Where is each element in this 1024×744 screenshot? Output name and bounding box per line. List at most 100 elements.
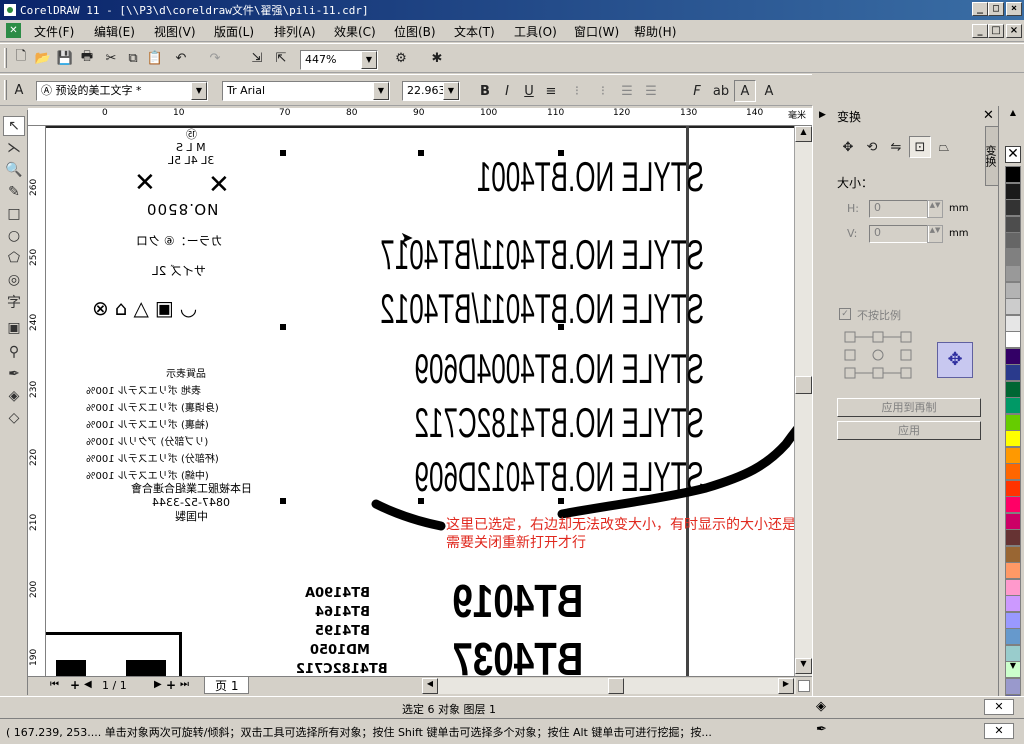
scroll-left-icon[interactable]: ◀: [422, 678, 438, 694]
docker-arrow-icon[interactable]: ▶: [819, 110, 826, 120]
toolbar-grip[interactable]: [4, 80, 7, 100]
color-swatch[interactable]: [1005, 331, 1021, 348]
color-swatch[interactable]: [1005, 232, 1021, 249]
eyedropper-tool-icon[interactable]: ⚲: [3, 342, 25, 362]
fill-swatch-icon[interactable]: ✕: [984, 699, 1014, 715]
document-icon[interactable]: ✕: [6, 23, 21, 38]
redo-icon[interactable]: ↷: [204, 47, 226, 69]
copy-icon[interactable]: ⧉: [122, 47, 144, 69]
open-icon[interactable]: 📂: [32, 47, 54, 69]
horizontal-ruler[interactable]: 0 10 70 80 90 100 110 120 130 140 毫米: [28, 108, 812, 126]
v-spinner-icon[interactable]: ▲▼: [927, 225, 943, 243]
title-bar[interactable]: CorelDRAW 11 - [\\P3\d\coreldraw文件\翟强\pi…: [0, 0, 1024, 20]
new-icon[interactable]: 🗋: [10, 47, 32, 69]
edit-text-icon[interactable]: ab: [710, 80, 732, 102]
export-icon[interactable]: ⇱: [270, 47, 292, 69]
bold-icon[interactable]: B: [474, 80, 496, 102]
outline-indicator-icon[interactable]: ✒: [816, 722, 827, 737]
spiral-tool-icon[interactable]: ◎: [3, 270, 25, 290]
menu-tools[interactable]: 工具(O): [514, 23, 557, 40]
bullet-icon[interactable]: ⁝: [566, 80, 588, 102]
cut-icon[interactable]: ✂: [100, 47, 122, 69]
color-swatch[interactable]: [1005, 463, 1021, 480]
fill-tool-icon[interactable]: ◈: [3, 386, 25, 406]
palette-down-icon[interactable]: ▼: [1005, 661, 1021, 675]
rotate-icon[interactable]: ⟲: [861, 136, 883, 158]
next-page-icon[interactable]: ▶: [154, 679, 162, 690]
color-swatch[interactable]: [1005, 644, 1021, 662]
ellipse-tool-icon[interactable]: ○: [3, 226, 25, 246]
toolbar-grip[interactable]: [4, 48, 7, 68]
list-icon[interactable]: ☰: [616, 80, 638, 102]
underline-icon[interactable]: U: [518, 80, 540, 102]
shape-tool-icon[interactable]: ⋋: [3, 138, 25, 158]
undo-icon[interactable]: ↶: [170, 47, 192, 69]
menu-view[interactable]: 视图(V): [154, 23, 196, 40]
anchor-grid[interactable]: [843, 328, 913, 384]
freehand-tool-icon[interactable]: ✎: [3, 182, 25, 202]
h-size-input[interactable]: 0: [869, 200, 929, 218]
menu-help[interactable]: 帮助(H): [634, 23, 676, 40]
pick-tool-icon[interactable]: ↖: [3, 116, 25, 136]
zoom-level-combo[interactable]: 447% ▼: [300, 50, 378, 70]
doc-close-button[interactable]: ×: [1006, 24, 1022, 38]
color-swatch[interactable]: [1005, 215, 1021, 233]
v-size-input[interactable]: 0: [869, 225, 929, 243]
scroll-right-icon[interactable]: ▶: [778, 678, 794, 694]
skew-icon[interactable]: ⏢: [933, 136, 955, 158]
docker-side-tab[interactable]: 变换: [984, 126, 999, 186]
menu-bitmaps[interactable]: 位图(B): [394, 23, 436, 40]
color-swatch[interactable]: [1005, 446, 1021, 464]
italic-icon[interactable]: I: [496, 80, 518, 102]
color-swatch[interactable]: [1005, 364, 1021, 381]
apply-to-duplicate-button[interactable]: 应用到再制: [837, 398, 981, 417]
text-tool-icon[interactable]: 字: [3, 292, 25, 312]
scale-mirror-icon[interactable]: ⇋: [885, 136, 907, 158]
proportional-checkbox[interactable]: ✓: [839, 308, 851, 320]
color-swatch[interactable]: [1005, 397, 1021, 414]
minimize-button[interactable]: _: [972, 2, 988, 16]
color-swatch[interactable]: [1005, 265, 1021, 282]
menu-effects[interactable]: 效果(C): [334, 23, 376, 40]
no-fill-swatch[interactable]: ✕: [1005, 146, 1021, 163]
color-swatch[interactable]: [1005, 496, 1021, 513]
menu-file[interactable]: 文件(F): [34, 23, 74, 40]
color-swatch[interactable]: [1005, 529, 1021, 546]
scroll-down-icon[interactable]: ▼: [795, 658, 812, 674]
color-swatch[interactable]: [1005, 182, 1021, 200]
color-swatch[interactable]: [1005, 298, 1021, 315]
color-swatch[interactable]: [1005, 628, 1021, 645]
import-icon[interactable]: ⇲: [246, 47, 268, 69]
horizontal-text-icon[interactable]: A: [734, 80, 756, 102]
color-swatch[interactable]: [1005, 248, 1021, 266]
add-page-end-icon[interactable]: +: [166, 678, 176, 692]
color-swatch[interactable]: [1005, 595, 1021, 612]
dropcap-icon[interactable]: ⁝: [592, 80, 614, 102]
palette-up-icon[interactable]: ▲: [1005, 108, 1021, 122]
outline-tool-icon[interactable]: ✒: [3, 364, 25, 384]
polygon-tool-icon[interactable]: ⬠: [3, 248, 25, 268]
navigator-icon[interactable]: [798, 680, 810, 692]
apply-button[interactable]: 应用: [837, 421, 981, 440]
color-swatch[interactable]: [1005, 413, 1021, 431]
h-spinner-icon[interactable]: ▲▼: [927, 200, 943, 218]
color-swatch[interactable]: [1005, 166, 1021, 183]
application-launcher-icon[interactable]: ⚙: [390, 47, 412, 69]
last-page-icon[interactable]: ⏭: [180, 679, 189, 690]
color-swatch[interactable]: [1005, 512, 1021, 530]
doc-minimize-button[interactable]: _: [972, 24, 988, 38]
menu-window[interactable]: 窗口(W): [574, 23, 619, 40]
font-combo[interactable]: Tr Arial ▼: [222, 81, 390, 101]
color-swatch[interactable]: [1005, 578, 1021, 596]
outline-swatch-icon[interactable]: ✕: [984, 723, 1014, 739]
vertical-text-icon[interactable]: A: [758, 80, 780, 102]
close-button[interactable]: ×: [1006, 2, 1022, 16]
vertical-scrollbar[interactable]: ▲ ▼: [794, 126, 812, 676]
color-swatch[interactable]: [1005, 611, 1021, 629]
coreldraw-app-icon[interactable]: [3, 3, 17, 17]
corel-online-icon[interactable]: ✱: [426, 47, 448, 69]
character-format-icon[interactable]: F: [686, 80, 708, 102]
color-swatch[interactable]: [1005, 677, 1021, 695]
menu-arrange[interactable]: 排列(A): [274, 23, 316, 40]
doc-restore-button[interactable]: □: [988, 24, 1004, 38]
